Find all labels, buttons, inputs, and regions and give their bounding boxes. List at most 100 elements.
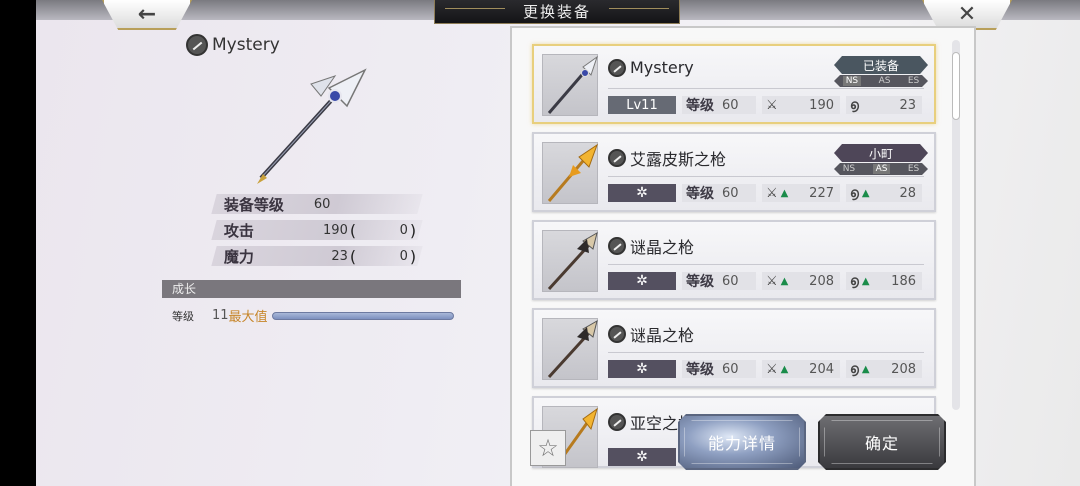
ns-as-es-indicator: NS AS ES	[834, 163, 928, 175]
card-weapon-name: 谜晶之枪	[630, 326, 695, 345]
attack-chip: ⚔ ▲ 227	[762, 184, 840, 202]
up-arrow-icon: ▲	[780, 363, 789, 375]
stat-magic: 魔力 23 ( 0 )	[211, 246, 423, 266]
ns-as-es-indicator: NS AS ES	[834, 75, 928, 87]
stat-bonus: 0	[399, 222, 409, 238]
as-tag: AS	[878, 76, 891, 86]
equipped-badge: 已装备	[834, 56, 928, 74]
growth-max-label: 最大值	[228, 310, 268, 325]
up-arrow-icon: ▲	[780, 187, 789, 199]
equipment-card[interactable]: Mystery 已装备 NS AS ES Lv11 等级 60 ⚔ 190 ൭ …	[532, 44, 936, 124]
card-weapon-name: 艾露皮斯之枪	[630, 150, 727, 169]
magic-icon: ൭	[850, 185, 859, 201]
level-tag: Lv11	[608, 96, 676, 114]
divider	[608, 352, 924, 353]
stat-label: 装备等级	[224, 195, 285, 214]
magic-value: 28	[899, 185, 916, 201]
sword-icon: ⚔	[766, 361, 778, 377]
attack-value: 227	[809, 185, 834, 201]
stat-label: 攻击	[224, 221, 255, 240]
star-tag: ✲	[608, 272, 676, 290]
dark-spear-icon	[547, 319, 598, 379]
grade-label: 等级	[686, 362, 714, 378]
grade-value: 60	[722, 97, 739, 113]
grade-value: 60	[722, 361, 739, 377]
mystery-spear-icon	[547, 55, 598, 114]
magic-chip: ൭ 23	[846, 96, 922, 114]
magic-value: 208	[891, 361, 916, 377]
equipment-screen: 更换装备 ← ✕ Mystery 装备等级 60 攻击 190 ( 0 ) 魔力…	[36, 0, 1080, 486]
es-tag: ES	[907, 76, 920, 86]
equipment-card[interactable]: 艾露皮斯之枪 小町 NS AS ES ✲ 等级 60 ⚔ ▲ 227 ൭ ▲ 28	[532, 132, 936, 212]
magic-icon: ൭	[850, 97, 859, 113]
stat-equip-level: 装备等级 60	[211, 194, 423, 214]
card-weapon-name: 谜晶之枪	[630, 238, 695, 257]
ability-detail-button[interactable]: 能力详情	[678, 414, 806, 470]
stat-attack: 攻击 190 ( 0 )	[211, 220, 423, 240]
equipment-card[interactable]: 谜晶之枪 ✲ 等级 60 ⚔ ▲ 208 ൭ ▲ 186	[532, 220, 936, 300]
sword-icon: ⚔	[766, 273, 778, 289]
magic-icon: ൭	[850, 273, 859, 289]
attack-chip: ⚔ ▲ 204	[762, 360, 840, 378]
card-title: 谜晶之枪	[608, 234, 694, 258]
star-icon: ☆	[537, 434, 559, 462]
sword-icon: ⚔	[766, 97, 778, 113]
attack-value: 208	[809, 273, 834, 289]
spear-type-icon	[608, 325, 626, 343]
owner-badge: 小町	[834, 144, 928, 162]
divider	[608, 88, 924, 89]
list-scroll-thumb[interactable]	[952, 52, 960, 120]
grade-value: 60	[722, 185, 739, 201]
weapon-thumbnail	[542, 318, 598, 380]
weapon-thumbnail	[542, 142, 598, 204]
spear-type-icon	[608, 149, 626, 167]
stat-value: 190	[323, 222, 348, 238]
growth-level-value: 11	[212, 308, 229, 323]
attack-value: 190	[809, 97, 834, 113]
grade-chip: 等级 60	[682, 272, 756, 290]
card-weapon-name: Mystery	[630, 58, 694, 77]
selected-weapon-name: Mystery	[212, 35, 280, 55]
up-arrow-icon: ▲	[780, 275, 789, 287]
card-title: Mystery	[608, 58, 694, 77]
es-tag: ES	[907, 164, 920, 174]
selected-weapon-title: Mystery	[186, 34, 280, 56]
dark-spear-icon	[547, 231, 598, 291]
confirm-button[interactable]: 确定	[818, 414, 946, 470]
magic-icon: ൭	[850, 361, 859, 377]
selected-weapon-image	[257, 68, 367, 184]
grade-label: 等级	[686, 274, 714, 290]
attack-chip: ⚔ ▲ 208	[762, 272, 840, 290]
spear-type-icon	[608, 413, 626, 431]
star-tag: ✲	[608, 360, 676, 378]
ns-tag: NS	[843, 76, 861, 86]
attack-chip: ⚔ 190	[762, 96, 840, 114]
growth-progress-bar	[271, 311, 454, 320]
card-title: 艾露皮斯之枪	[608, 146, 726, 170]
magic-value: 23	[899, 97, 916, 113]
close-paren: )	[410, 246, 417, 266]
screen-edge	[0, 0, 36, 486]
magic-value: 186	[891, 273, 916, 289]
stat-value: 60	[314, 196, 331, 212]
grade-label: 等级	[686, 98, 714, 114]
equipment-card[interactable]: 谜晶之枪 ✲ 等级 60 ⚔ ▲ 204 ൭ ▲ 208	[532, 308, 936, 388]
attack-value: 204	[809, 361, 834, 377]
stat-value: 23	[331, 248, 348, 264]
spear-type-icon	[608, 58, 626, 77]
grade-chip: 等级 60	[682, 96, 756, 114]
stat-label: 魔力	[224, 247, 255, 266]
growth-level-label: 等级	[172, 309, 194, 323]
divider	[608, 264, 924, 265]
favorite-button[interactable]: ☆	[530, 430, 566, 466]
star-tag: ✲	[608, 448, 676, 466]
back-button[interactable]: ←	[102, 0, 192, 30]
sword-icon: ⚔	[766, 185, 778, 201]
golden-spear-icon	[547, 143, 598, 202]
grade-chip: 等级 60	[682, 184, 756, 202]
magic-chip: ൭ ▲ 208	[846, 360, 922, 378]
page-title: 更换装备	[434, 0, 680, 24]
grade-chip: 等级 60	[682, 360, 756, 378]
spear-type-icon	[608, 237, 626, 255]
close-icon: ✕	[957, 1, 977, 27]
